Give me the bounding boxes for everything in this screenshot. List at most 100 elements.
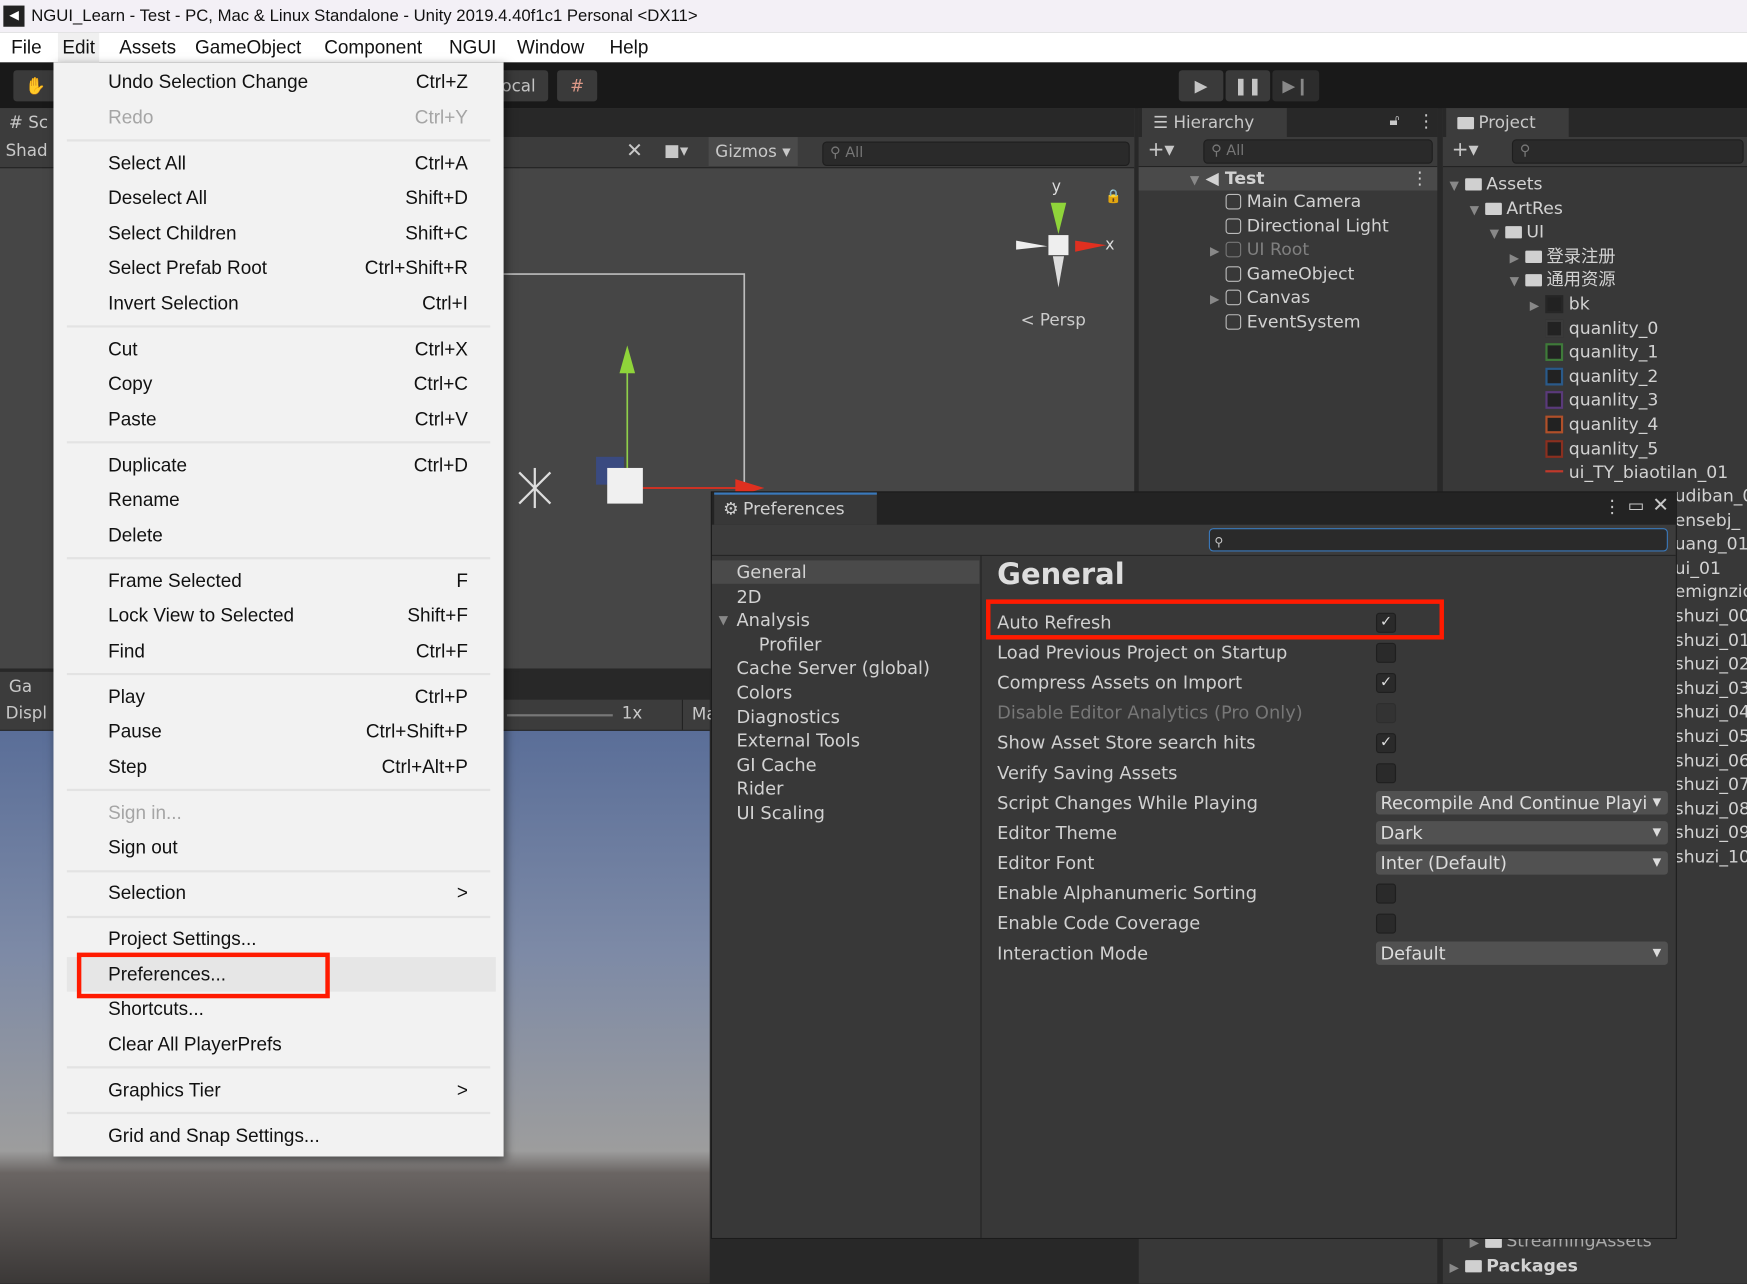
- scene-menu-icon[interactable]: ⋮: [1411, 167, 1428, 190]
- expand-arrow-icon[interactable]: ▶: [1210, 240, 1226, 263]
- expand-arrow-icon[interactable]: ▼: [1510, 270, 1526, 293]
- menu-help[interactable]: Help: [609, 32, 648, 62]
- preferences-nav-analysis[interactable]: ▼ Analysis: [712, 609, 979, 632]
- menu-item-delete[interactable]: Delete: [53, 518, 503, 553]
- preferences-nav-profiler[interactable]: Profiler: [712, 633, 979, 656]
- expand-arrow-icon[interactable]: ▶: [1450, 1255, 1466, 1278]
- project-item[interactable]: ▶ 登录注册: [1510, 245, 1616, 268]
- tab-game[interactable]: Ga: [0, 671, 58, 701]
- menu-item-graphics-tier[interactable]: Graphics Tier >: [53, 1072, 503, 1107]
- project-item[interactable]: quanlity_3: [1530, 389, 1658, 412]
- tab-preferences[interactable]: ⚙ Preferences: [714, 492, 877, 525]
- menu-item-select-all[interactable]: Select All Ctrl+A: [53, 145, 503, 180]
- expand-arrow-icon[interactable]: ▶: [1530, 294, 1546, 317]
- step-button[interactable]: ▶❙: [1272, 70, 1320, 102]
- project-item[interactable]: shuzi_10: [1675, 846, 1747, 869]
- menu-item-grid-and-snap-settings[interactable]: Grid and Snap Settings...: [53, 1118, 503, 1153]
- project-item[interactable]: quanlity_1: [1530, 341, 1658, 364]
- dropdown[interactable]: Recompile And Continue Playi ▼: [1375, 791, 1668, 815]
- expand-arrow-icon[interactable]: ▼: [1450, 174, 1466, 197]
- menu-item-rename[interactable]: Rename: [53, 482, 503, 517]
- project-item[interactable]: ▶ Packages: [1450, 1254, 1578, 1277]
- preferences-nav-cache-server-global-[interactable]: Cache Server (global): [712, 657, 979, 680]
- project-item[interactable]: ensebj_: [1675, 509, 1741, 532]
- expand-arrow-icon[interactable]: ▼: [1490, 222, 1506, 245]
- project-item[interactable]: emignzid: [1675, 581, 1747, 604]
- preferences-search-input[interactable]: ⚲: [1208, 528, 1668, 552]
- menu-ngui[interactable]: NGUI: [449, 32, 496, 62]
- hand-tool-button[interactable]: ✋: [13, 70, 58, 102]
- project-item[interactable]: quanlity_5: [1530, 437, 1658, 460]
- menu-item-duplicate[interactable]: Duplicate Ctrl+D: [53, 447, 503, 482]
- menu-item-selection[interactable]: Selection >: [53, 876, 503, 911]
- project-item[interactable]: shuzi_03: [1675, 677, 1747, 700]
- menu-item-select-prefab-root[interactable]: Select Prefab Root Ctrl+Shift+R: [53, 251, 503, 286]
- project-item[interactable]: shuzi_09: [1675, 822, 1747, 845]
- checkbox[interactable]: [1375, 763, 1397, 784]
- shading-mode-dropdown[interactable]: Shad: [6, 140, 48, 160]
- project-item[interactable]: shuzi_05: [1675, 725, 1747, 748]
- preferences-nav-colors[interactable]: Colors: [712, 681, 979, 704]
- checkbox[interactable]: ✓: [1375, 733, 1397, 754]
- preferences-nav-rider[interactable]: Rider: [712, 777, 979, 800]
- hierarchy-item[interactable]: GameObject: [1210, 263, 1354, 286]
- menu-item-invert-selection[interactable]: Invert Selection Ctrl+I: [53, 286, 503, 321]
- menu-item-paste[interactable]: Paste Ctrl+V: [53, 402, 503, 437]
- project-item[interactable]: quanlity_0: [1530, 317, 1658, 340]
- menu-window[interactable]: Window: [517, 32, 584, 62]
- project-item[interactable]: shuzi_04: [1675, 701, 1747, 724]
- menu-assets[interactable]: Assets: [119, 32, 176, 62]
- menu-item-frame-selected[interactable]: Frame Selected F: [53, 563, 503, 598]
- lock-icon[interactable]: 🔓︎: [1389, 111, 1399, 129]
- project-item[interactable]: ui_01: [1675, 557, 1721, 580]
- preferences-nav-diagnostics[interactable]: Diagnostics: [712, 705, 979, 728]
- pause-button[interactable]: ❚❚: [1225, 70, 1271, 102]
- menu-component[interactable]: Component: [324, 32, 422, 62]
- menu-item-step[interactable]: Step Ctrl+Alt+P: [53, 749, 503, 784]
- project-item[interactable]: ▼ Assets: [1450, 173, 1543, 196]
- hierarchy-item[interactable]: Main Camera: [1210, 191, 1361, 214]
- preferences-nav-ui-scaling[interactable]: UI Scaling: [712, 801, 979, 824]
- snap-icon[interactable]: #: [557, 70, 598, 102]
- menu-item-lock-view-to-selected[interactable]: Lock View to Selected Shift+F: [53, 598, 503, 633]
- menu-item-copy[interactable]: Copy Ctrl+C: [53, 367, 503, 402]
- maximize-icon[interactable]: ▭: [1628, 495, 1645, 516]
- project-item[interactable]: shuzi_07: [1675, 773, 1747, 796]
- menu-item-play[interactable]: Play Ctrl+P: [53, 679, 503, 714]
- project-item[interactable]: quanlity_2: [1530, 365, 1658, 388]
- scene-root-row[interactable]: ▼ ◀ Test ⋮: [1138, 167, 1438, 191]
- tab-hierarchy[interactable]: ☰ Hierarchy: [1142, 108, 1287, 138]
- close-icon[interactable]: ✕: [1652, 494, 1669, 517]
- scale-slider[interactable]: [506, 714, 613, 717]
- tools-icon[interactable]: ✕: [626, 139, 643, 162]
- preferences-nav-external-tools[interactable]: External Tools: [712, 729, 979, 752]
- hierarchy-item[interactable]: EventSystem: [1210, 311, 1361, 334]
- project-item[interactable]: ▼ 通用资源: [1510, 269, 1616, 292]
- preferences-nav-2d[interactable]: 2D: [712, 584, 979, 607]
- menu-item-clear-all-playerprefs[interactable]: Clear All PlayerPrefs: [53, 1027, 503, 1062]
- checkbox[interactable]: ✓: [1375, 672, 1397, 694]
- project-item[interactable]: shuzi_08: [1675, 798, 1747, 821]
- menu-item-select-children[interactable]: Select Children Shift+C: [53, 216, 503, 251]
- dropdown[interactable]: Dark ▼: [1375, 821, 1668, 845]
- menu-item-find[interactable]: Find Ctrl+F: [53, 633, 503, 668]
- preferences-nav-gi-cache[interactable]: GI Cache: [712, 753, 979, 776]
- project-item[interactable]: uang_01: [1675, 533, 1747, 556]
- display-dropdown[interactable]: Displ: [6, 703, 47, 723]
- checkbox[interactable]: [1375, 883, 1397, 904]
- expand-arrow-icon[interactable]: ▶: [1210, 288, 1226, 311]
- hierarchy-item[interactable]: Directional Light: [1210, 215, 1389, 238]
- menu-item-undo-selection-change[interactable]: Undo Selection Change Ctrl+Z: [53, 65, 503, 100]
- camera-dropdown[interactable]: ■▾: [664, 140, 688, 160]
- checkbox[interactable]: [1375, 913, 1397, 934]
- create-button[interactable]: +▾: [1452, 138, 1479, 161]
- project-item[interactable]: ▼ ArtRes: [1470, 197, 1563, 220]
- hierarchy-search-input[interactable]: ⚲ All: [1203, 139, 1433, 164]
- project-search-input[interactable]: ⚲: [1511, 139, 1744, 164]
- menu-item-sign-out[interactable]: Sign out: [53, 830, 503, 865]
- expand-arrow-icon[interactable]: ▼: [1470, 198, 1486, 221]
- hierarchy-item[interactable]: ▶ UI Root: [1210, 239, 1309, 262]
- checkbox[interactable]: [1375, 642, 1397, 663]
- project-item[interactable]: udiban_0: [1675, 485, 1747, 508]
- project-item[interactable]: quanlity_4: [1530, 413, 1658, 436]
